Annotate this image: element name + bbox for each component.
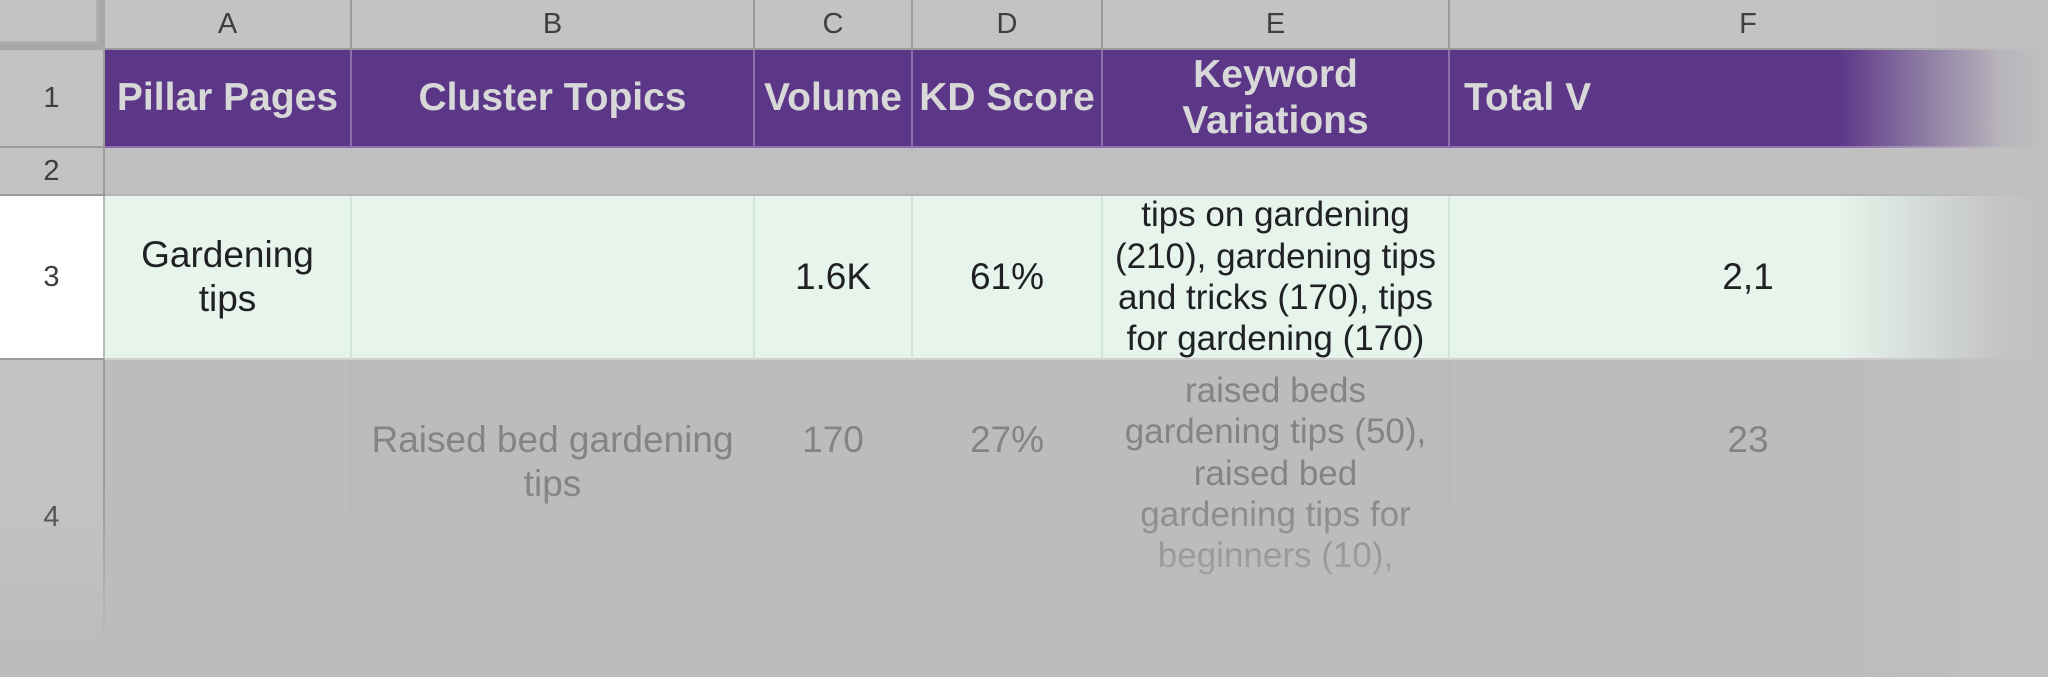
cell-d2[interactable] [913, 148, 1103, 196]
column-header-e[interactable]: E [1103, 0, 1450, 50]
cell-f4[interactable]: 23 [1450, 360, 2048, 677]
cell-f2[interactable] [1450, 148, 2048, 196]
cell-e2[interactable] [1103, 148, 1450, 196]
table-header-pillar-pages[interactable]: Pillar Pages [105, 50, 352, 148]
cell-c3[interactable]: 1.6K [755, 196, 913, 360]
row-header-1[interactable]: 1 [0, 50, 105, 148]
column-header-b[interactable]: B [352, 0, 755, 50]
cell-d4[interactable]: 27% [913, 360, 1103, 677]
table-header-total-volume[interactable]: Total V [1450, 50, 2048, 148]
cell-e4[interactable]: raised beds gardening tips (50), raised … [1103, 360, 1450, 677]
cell-f3[interactable]: 2,1 [1450, 196, 2048, 360]
select-all-corner[interactable] [0, 0, 105, 50]
column-header-c[interactable]: C [755, 0, 913, 50]
select-all-corner-inner [0, 0, 98, 43]
table-header-kd-score[interactable]: KD Score [913, 50, 1103, 148]
row-header-3[interactable]: 3 [0, 196, 105, 360]
cell-b3[interactable] [352, 196, 755, 360]
cell-b4[interactable]: Raised bed gardening tips [352, 360, 755, 677]
cell-c4[interactable]: 170 [755, 360, 913, 677]
cell-a3[interactable]: Gardening tips [105, 196, 352, 360]
cell-b2[interactable] [352, 148, 755, 196]
table-header-cluster-topics[interactable]: Cluster Topics [352, 50, 755, 148]
spreadsheet-grid[interactable]: A B C D E F 1 2 3 4 Pillar Pages Cluster… [0, 0, 2048, 677]
cell-a2[interactable] [105, 148, 352, 196]
column-header-f[interactable]: F [1450, 0, 2048, 50]
column-header-d[interactable]: D [913, 0, 1103, 50]
table-header-volume[interactable]: Volume [755, 50, 913, 148]
row-header-4[interactable]: 4 [0, 360, 105, 677]
column-header-a[interactable]: A [105, 0, 352, 50]
cell-a4[interactable] [105, 360, 352, 677]
cell-c2[interactable] [755, 148, 913, 196]
table-header-keyword-variations[interactable]: Keyword Variations [1103, 50, 1450, 148]
cell-d3[interactable]: 61% [913, 196, 1103, 360]
cell-e3[interactable]: tips on gardening (210), gardening tips … [1103, 196, 1450, 360]
row-header-2[interactable]: 2 [0, 148, 105, 196]
